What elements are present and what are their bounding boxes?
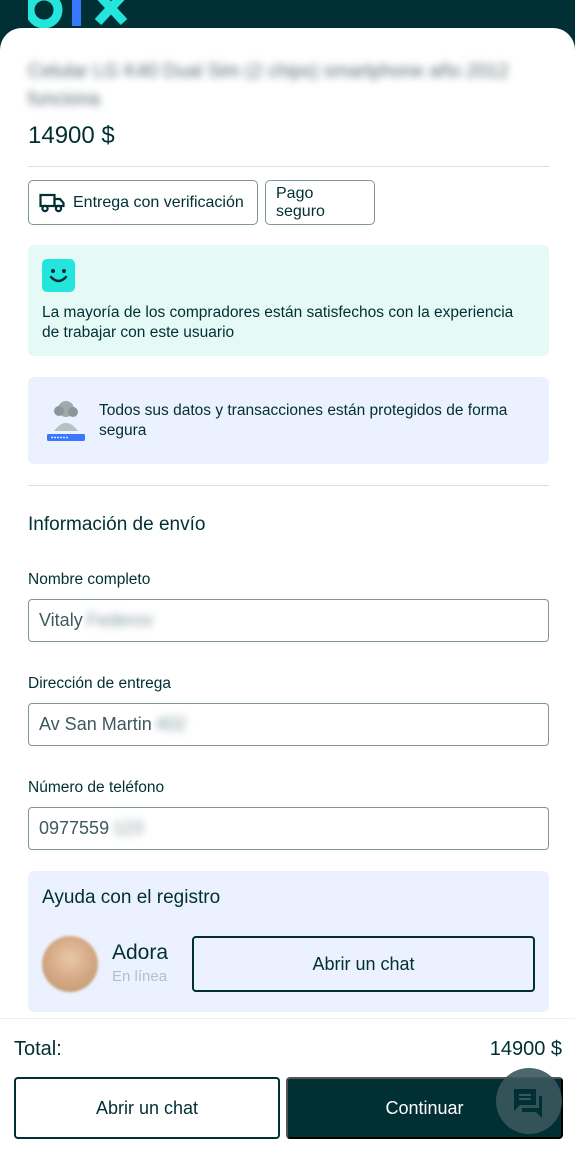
full-name-field[interactable]: Vitaly Federov [28,599,549,642]
field-value: Vitaly [39,610,83,630]
open-chat-button[interactable]: Abrir un chat [192,936,535,992]
field-value: Av San Martin [39,714,152,734]
divider [28,166,549,167]
footer-open-chat-button[interactable]: Abrir un chat [14,1077,280,1139]
secure-data-icon [47,401,85,441]
agent-name: Adora [112,941,169,964]
full-name-label: Nombre completo [28,571,151,588]
checkout-sheet: Celular LG K40 Dual Sim (2 chips) smartp… [0,28,575,1151]
smile-icon [42,259,75,292]
avatar [42,936,98,992]
phone-number-label: Número de teléfono [28,779,165,796]
security-card: Todos sus datos y transacciones están pr… [28,377,549,464]
chip-label: Entrega con verificación [73,193,244,211]
redacted-text: Federov [86,610,153,630]
delivery-address-label: Dirección de entrega [28,675,172,692]
redacted-text: 402 [155,714,186,734]
chip-label: Pago seguro [276,184,325,220]
delivery-address-field[interactable]: Av San Martin 402 [28,703,549,746]
checkout-footer: Total: 14900 $ Abrir un chat Continuar [0,1018,575,1151]
satisfied-text: La mayoría de los compradores están sati… [42,304,514,341]
help-title: Ayuda con el registro [42,887,221,908]
chat-bubble-icon [514,1089,542,1118]
delivery-verification-chip[interactable]: Entrega con verificación [28,180,258,225]
listing-title: Celular LG K40 Dual Sim (2 chips) smartp… [28,61,509,110]
secure-payment-chip[interactable]: Pago seguro [265,180,375,225]
total-value: 14900 $ [489,1038,562,1060]
truck-icon [39,193,65,212]
redacted-text: 123 [113,818,144,838]
field-value: 0977559 [39,818,110,838]
divider [28,485,549,486]
listing-price: 14900 $ [28,122,115,149]
shipping-info-title: Información de envío [28,514,206,535]
phone-number-field[interactable]: 0977559 123 [28,807,549,850]
satisfied-buyers-card: La mayoría de los compradores están sati… [28,245,549,356]
security-text: Todos sus datos y transacciones están pr… [99,402,508,439]
registration-help-card: Ayuda con el registro Adora En línea Abr… [28,871,549,1012]
total-label: Total: [14,1038,62,1060]
agent-status: En línea [112,968,168,985]
